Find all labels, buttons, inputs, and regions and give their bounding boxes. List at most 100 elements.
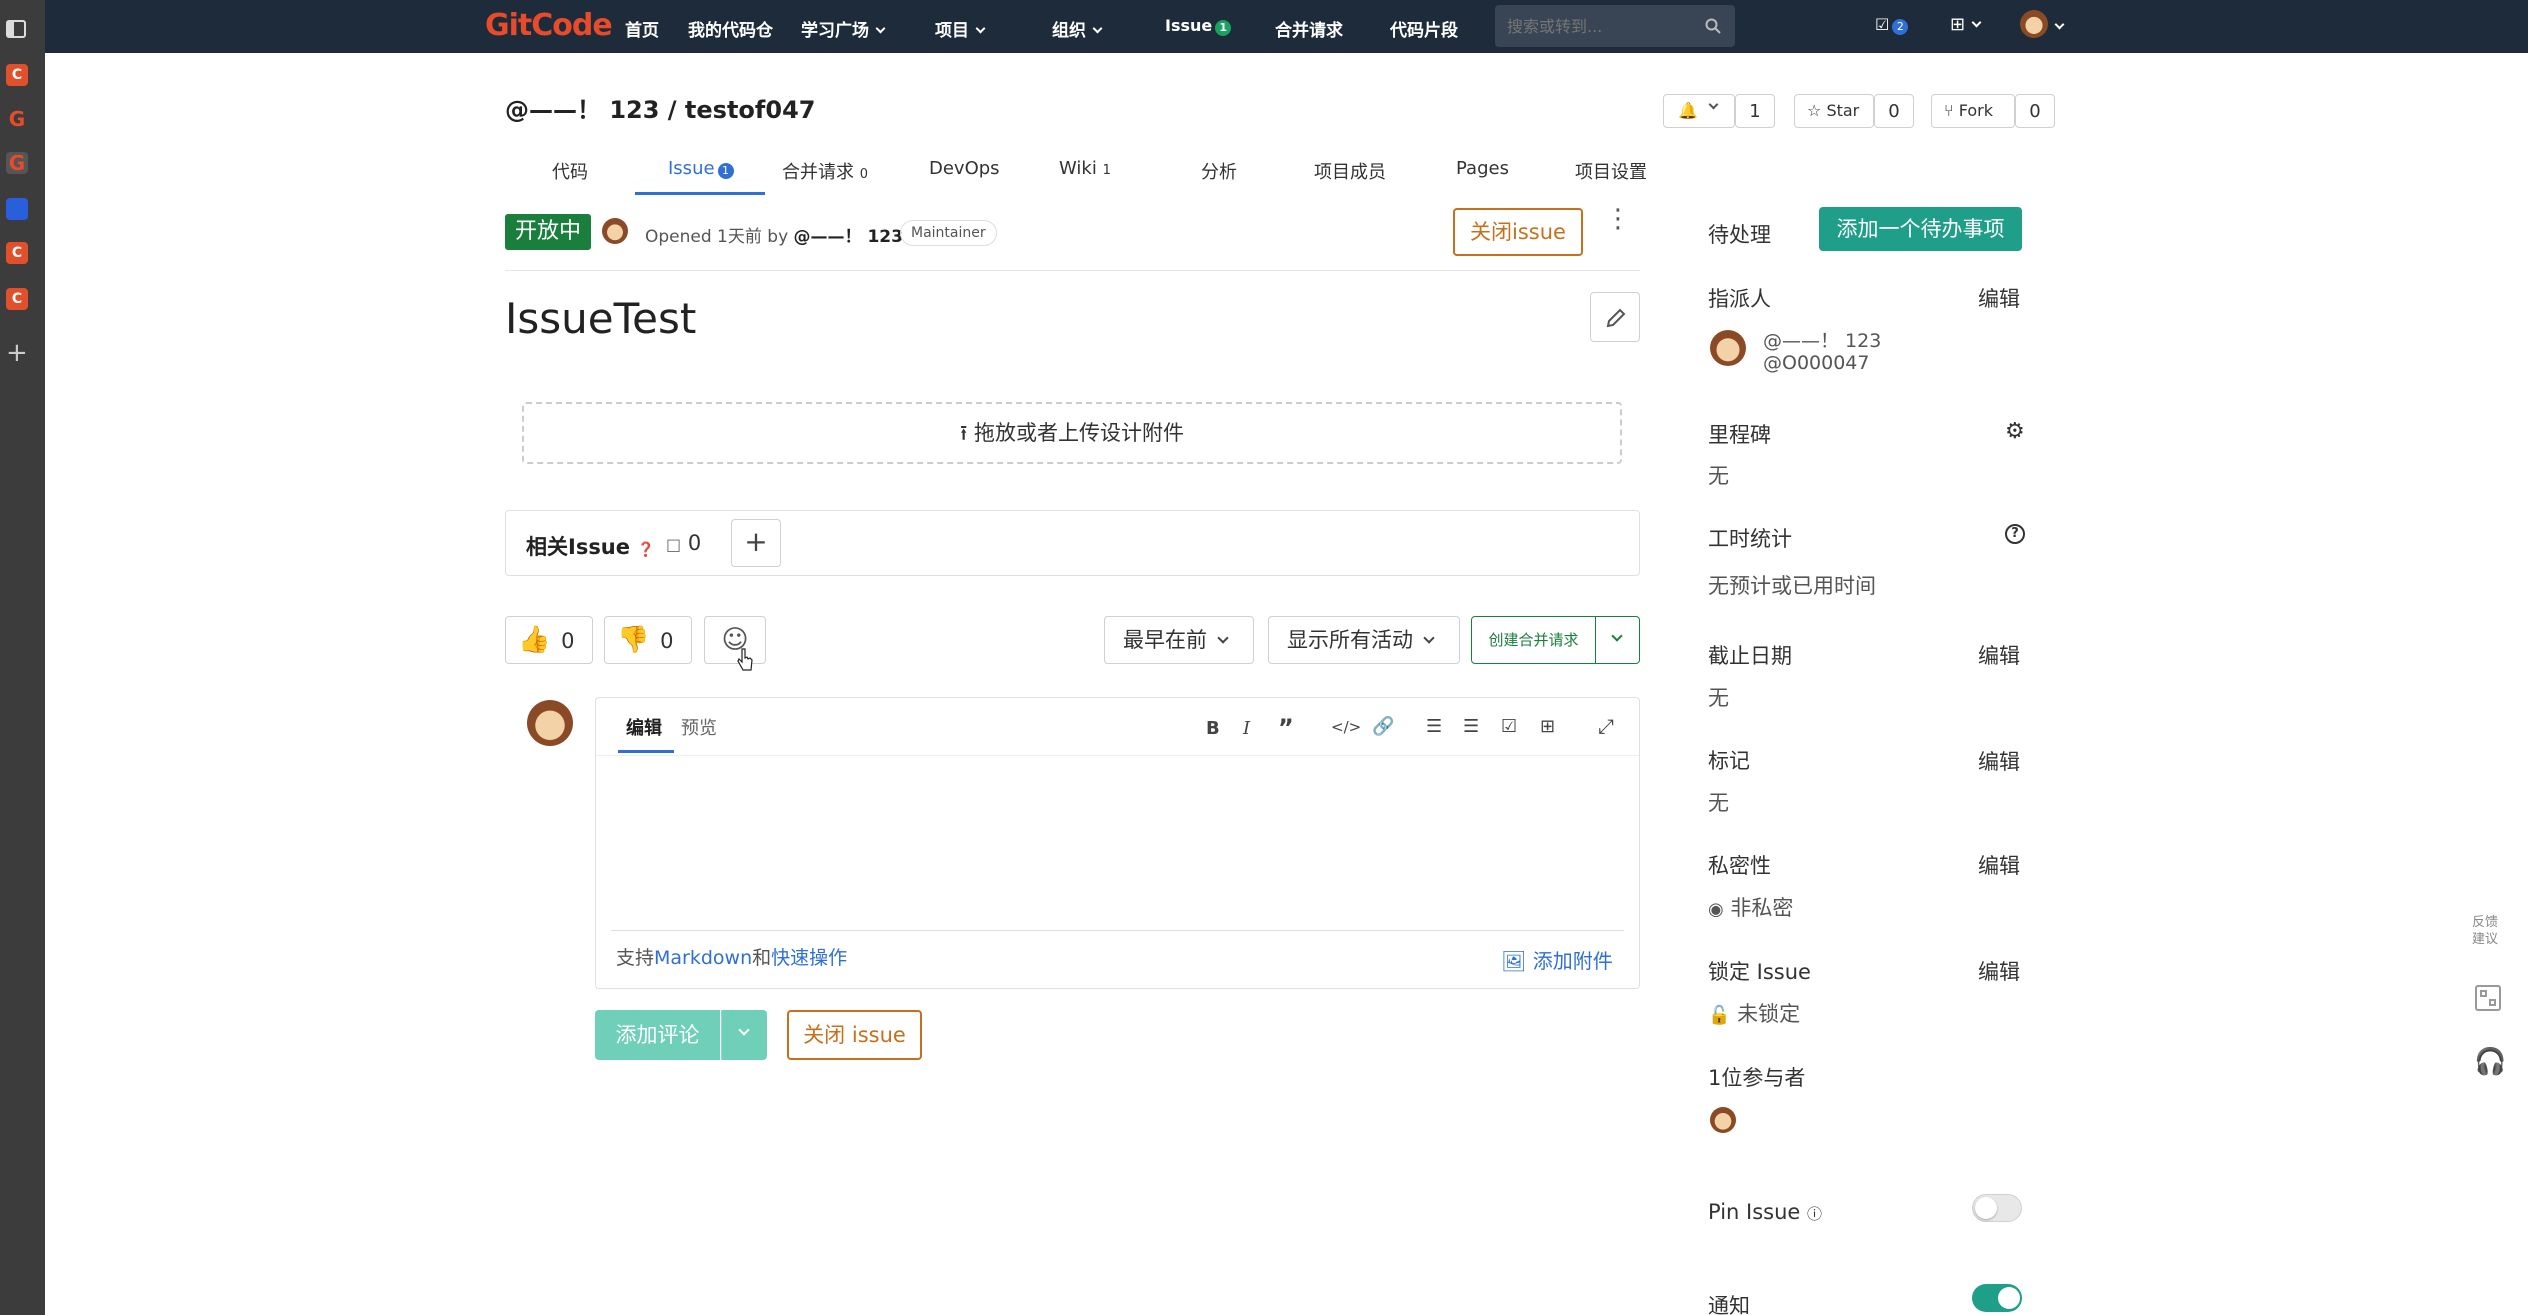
qr-code-icon[interactable] [2475, 985, 2501, 1011]
code-icon[interactable]: </> [1331, 718, 1361, 736]
edit-title-button[interactable] [1590, 292, 1640, 342]
edit-tab-indicator [618, 750, 674, 753]
g-app-icon[interactable]: G [6, 108, 28, 130]
nav-snippets[interactable]: 代码片段 [1390, 16, 1458, 41]
pencil-icon [1606, 308, 1626, 328]
feedback-button[interactable]: 反馈建议 [2470, 914, 2500, 948]
comment-textarea[interactable] [611, 760, 1623, 920]
comment-options-dropdown[interactable] [721, 1010, 767, 1060]
search-input[interactable] [1507, 15, 1697, 37]
tab-members[interactable]: 项目成员 [1314, 158, 1386, 184]
edit-lock-link[interactable]: 编辑 [1978, 956, 2020, 986]
baidu-icon[interactable]: 🐾 [6, 198, 28, 220]
c-app-icon[interactable]: C [6, 242, 28, 264]
edit-privacy-link[interactable]: 编辑 [1978, 850, 2020, 880]
todo-button[interactable]: ☑ 2 [1875, 15, 1909, 35]
numbered-list-icon[interactable]: ☰ [1463, 716, 1479, 737]
create-merge-request-button[interactable]: 创建合并请求 [1471, 616, 1596, 664]
g-app-icon[interactable]: G [6, 152, 28, 174]
upload-icon: ⭱ [959, 421, 968, 445]
help-icon[interactable]: ⓘ [1807, 1205, 1822, 1223]
add-reaction-button[interactable]: ☺ [704, 616, 766, 664]
nav-merge-requests[interactable]: 合并请求 [1275, 16, 1343, 41]
tab-settings[interactable]: 项目设置 [1575, 158, 1647, 184]
plus-icon[interactable]: + [6, 338, 28, 368]
fork-button[interactable]: ⑂ Fork [1931, 94, 2015, 128]
create-mr-dropdown[interactable] [1596, 616, 1640, 664]
author-link[interactable]: @——！ 123 [794, 227, 903, 247]
toolbar-divider [596, 755, 1639, 756]
nav-issues[interactable]: Issue 1 [1165, 16, 1232, 36]
edit-assignee-link[interactable]: 编辑 [1978, 283, 2020, 313]
star-button[interactable]: ☆ Star [1794, 94, 1874, 128]
project-title[interactable]: @——！ 123 / testof047 [505, 90, 815, 125]
user-menu-button[interactable] [2020, 10, 2065, 42]
toggle-knob [1998, 1287, 2020, 1309]
more-options-icon[interactable]: ⋮ [1605, 205, 1631, 232]
bullet-list-icon[interactable]: ☰ [1426, 716, 1442, 737]
markdown-link[interactable]: Markdown [654, 947, 752, 969]
c-app-icon[interactable]: C [6, 64, 28, 86]
nav-home[interactable]: 首页 [625, 16, 659, 41]
nav-my-repos[interactable]: 我的代码仓 [688, 16, 773, 41]
table-icon[interactable]: ⊞ [1540, 716, 1555, 737]
gear-icon[interactable]: ⚙ [2005, 419, 2025, 444]
chevron-down-icon [1217, 632, 1229, 644]
task-list-icon[interactable]: ☑ [1501, 716, 1517, 737]
avatar [2020, 10, 2048, 38]
search-box[interactable] [1495, 5, 1735, 47]
thumbs-up-icon: 👍 [518, 625, 551, 655]
notification-button[interactable]: 🔔 [1663, 94, 1735, 128]
thumbs-down-button[interactable]: 👎 0 [604, 616, 692, 664]
bold-icon[interactable]: B [1206, 718, 1220, 739]
italic-icon[interactable]: I [1243, 718, 1250, 739]
assignee-avatar[interactable] [1710, 330, 1746, 366]
star-icon: ☆ [1807, 101, 1822, 120]
privacy-label: 私密性 [1708, 854, 1771, 878]
add-related-button[interactable]: + [731, 519, 781, 567]
edit-due-date-link[interactable]: 编辑 [1978, 640, 2020, 670]
question-icon[interactable]: ? [2005, 524, 2025, 544]
nav-orgs[interactable]: 组织 [1052, 16, 1103, 41]
tab-analytics[interactable]: 分析 [1201, 158, 1237, 184]
thumbs-up-button[interactable]: 👍 0 [505, 616, 593, 664]
tab-issue[interactable]: Issue 1 [668, 158, 734, 179]
sort-dropdown[interactable]: 最早在前 [1104, 616, 1254, 664]
sidebar-panel-icon[interactable] [6, 20, 26, 38]
close-issue-secondary-button[interactable]: 关闭 issue [787, 1010, 922, 1060]
activity-filter-dropdown[interactable]: 显示所有活动 [1268, 616, 1460, 664]
tab-wiki[interactable]: Wiki 1 [1059, 158, 1111, 179]
add-comment-button[interactable]: 添加评论 [595, 1010, 720, 1060]
author-avatar[interactable] [602, 218, 628, 244]
participant-avatar[interactable] [1710, 1107, 1736, 1133]
issue-title: IssueTest [505, 294, 697, 343]
link-icon[interactable]: 🔗 [1372, 716, 1394, 737]
notifications-toggle[interactable] [1972, 1284, 2022, 1312]
edit-labels-link[interactable]: 编辑 [1978, 746, 2020, 776]
design-upload-dropzone[interactable]: ⭱ 拖放或者上传设计附件 [522, 402, 1622, 464]
help-icon[interactable]: ❓ [637, 542, 654, 558]
chevron-down-icon [1971, 17, 1982, 28]
pin-issue-toggle[interactable] [1972, 1194, 2022, 1222]
close-issue-button[interactable]: 关闭issue [1453, 208, 1583, 256]
headset-icon[interactable]: 🎧 [2474, 1047, 2506, 1077]
add-todo-button[interactable]: 添加一个待办事项 [1819, 207, 2022, 251]
labels-value: 无 [1708, 791, 1729, 815]
tab-preview[interactable]: 预览 [681, 714, 717, 740]
tab-devops[interactable]: DevOps [929, 158, 1000, 179]
new-menu-button[interactable]: ⊞ [1950, 14, 1982, 35]
tab-pages[interactable]: Pages [1456, 158, 1509, 179]
nav-learn[interactable]: 学习广场 [801, 16, 886, 41]
gitcode-logo[interactable]: GitCode [485, 8, 613, 43]
quote-icon[interactable]: ” [1278, 714, 1294, 742]
nav-projects[interactable]: 项目 [935, 16, 986, 41]
attach-file-button[interactable]: 🖼 添加附件 [1501, 945, 1613, 974]
shortcuts-link[interactable]: 快速操作 [771, 947, 847, 969]
assignee-name[interactable]: @——！ 123 [1763, 326, 1881, 353]
top-navbar: GitCode 首页 我的代码仓 学习广场 项目 组织 Issue 1 合并请求 … [45, 0, 2528, 53]
tab-merge-requests[interactable]: 合并请求 0 [782, 158, 868, 184]
c-app-icon[interactable]: C [6, 288, 28, 310]
tab-edit[interactable]: 编辑 [626, 714, 662, 740]
fullscreen-icon[interactable]: ⤢ [1598, 714, 1614, 738]
tab-code[interactable]: 代码 [552, 158, 588, 184]
